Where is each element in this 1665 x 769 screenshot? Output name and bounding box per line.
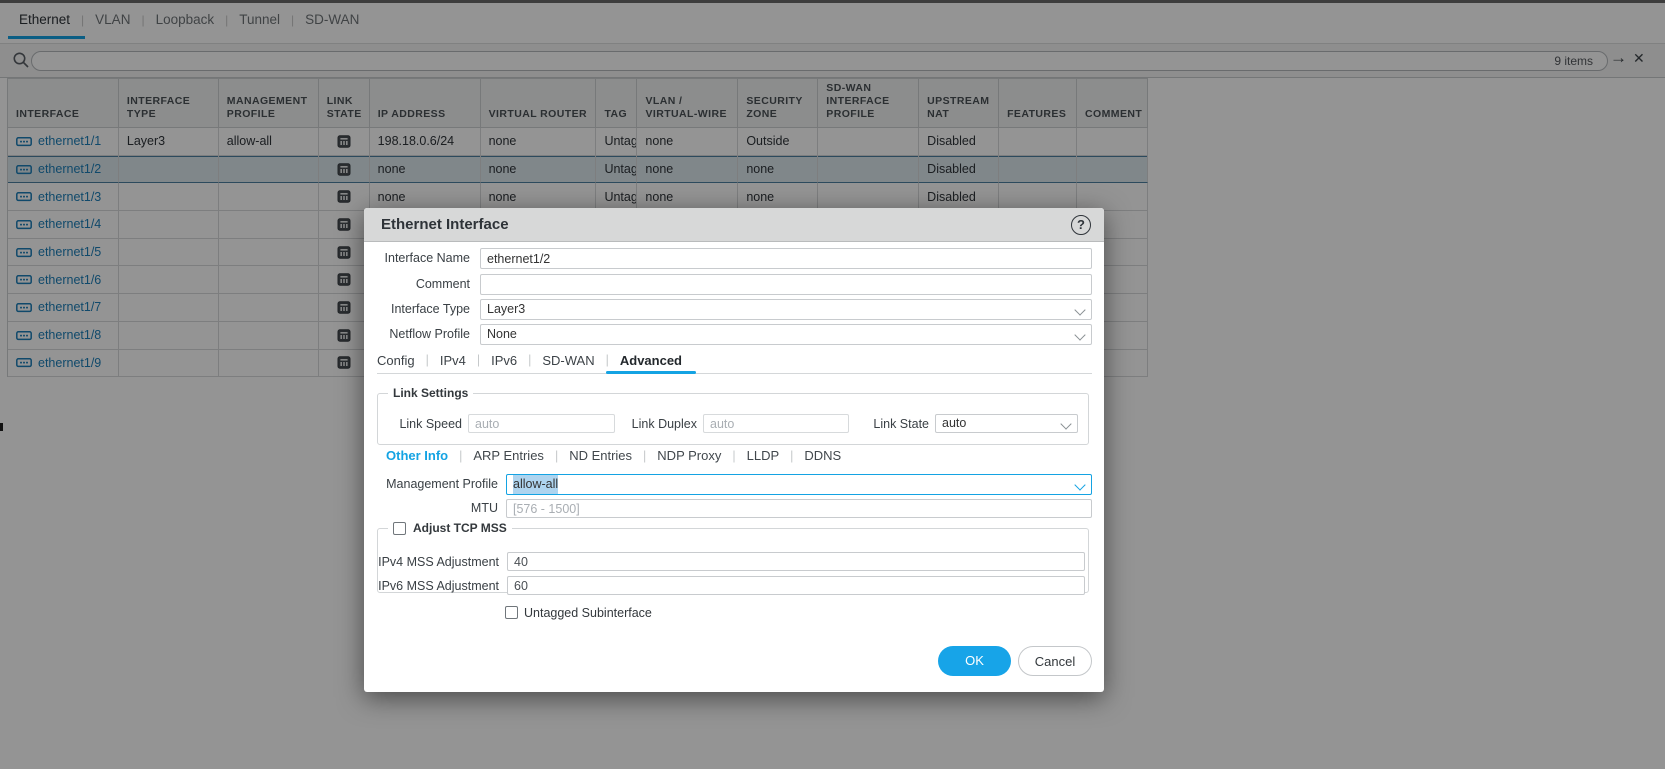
adjust-tcp-mss-legend: Adjust TCP MSS (388, 521, 512, 535)
tab-separator: | (459, 448, 463, 463)
interface-name-row: Interface Name (364, 248, 1104, 269)
dialog-tab-config[interactable]: Config (377, 353, 415, 368)
netflow-profile-label: Netflow Profile (389, 327, 470, 341)
interface-type-select[interactable]: Layer3 (480, 299, 1092, 320)
inner-tab-nd-entries[interactable]: ND Entries (569, 448, 632, 463)
dialog-tab-sd-wan[interactable]: SD-WAN (542, 353, 594, 368)
inner-tab-lldp[interactable]: LLDP (747, 448, 780, 463)
chevron-down-icon (1074, 304, 1086, 316)
dialog-tab-ipv6[interactable]: IPv6 (491, 353, 517, 368)
link-speed-label: Link Speed (399, 417, 462, 431)
mtu-label: MTU (470, 501, 498, 515)
inner-tab-ddns[interactable]: DDNS (804, 448, 841, 463)
comment-input[interactable] (480, 274, 1092, 295)
chevron-down-icon (1060, 418, 1072, 430)
ipv6-mss-label: IPv6 MSS Adjustment (378, 579, 499, 593)
tab-separator: | (528, 353, 532, 367)
adjust-tcp-mss-legend-text: Adjust TCP MSS (413, 521, 507, 535)
ethernet-interface-dialog: Ethernet Interface ? Interface Name Comm… (364, 208, 1104, 692)
ipv4-mss-label: IPv4 MSS Adjustment (378, 555, 499, 569)
advanced-inner-tabs: Other Info | ARP Entries | ND Entries | NDP Pr… (386, 448, 841, 463)
management-profile-select[interactable]: allow-all (506, 474, 1092, 495)
tab-separator: | (643, 448, 647, 463)
link-settings-legend: Link Settings (388, 386, 474, 400)
untagged-subinterface-label: Untagged Subinterface (524, 606, 652, 620)
ipv6-mss-input[interactable] (507, 576, 1085, 595)
link-state-value: auto (942, 416, 967, 430)
inner-tab-arp-entries[interactable]: ARP Entries (473, 448, 544, 463)
tab-separator: | (425, 353, 429, 367)
tab-separator: | (605, 353, 609, 367)
link-settings-fieldset: Link Settings Link Speed Link Duplex Lin… (377, 386, 1089, 445)
management-profile-value: allow-all (513, 475, 559, 494)
interface-type-label: Interface Type (391, 302, 470, 316)
adjust-tcp-mss-checkbox[interactable] (393, 521, 406, 535)
pan-os-screen: Ethernet | VLAN | Loopback | Tunnel | SD-WAN 9 i… (0, 0, 1665, 769)
interface-type-value: Layer3 (487, 302, 526, 316)
link-duplex-input[interactable] (703, 414, 849, 433)
tab-separator: | (554, 448, 559, 463)
chevron-down-icon (1074, 479, 1086, 491)
adjust-tcp-mss-fieldset: Adjust TCP MSS IPv4 MSS Adjustment IPv6 … (377, 521, 1089, 595)
netflow-profile-value: None (487, 327, 517, 341)
dialog-tab-advanced[interactable]: Advanced (605, 353, 697, 374)
mtu-input[interactable] (506, 499, 1092, 518)
comment-row: Comment (364, 274, 1104, 295)
ok-button[interactable]: OK (938, 646, 1011, 676)
mtu-row: MTU (364, 499, 1104, 518)
link-duplex-label: Link Duplex (631, 417, 697, 431)
chevron-down-icon (1074, 329, 1086, 341)
inner-tab-other-info[interactable]: Other Info (386, 448, 448, 463)
dialog-tabs: Config | IPv4 | IPv6 | SD-WAN | Advanced (377, 347, 1092, 374)
tab-separator: | (790, 448, 794, 463)
cancel-button[interactable]: Cancel (1018, 646, 1092, 676)
dialog-tab-ipv4[interactable]: IPv4 (440, 353, 466, 368)
link-speed-input[interactable] (468, 414, 615, 433)
help-icon[interactable]: ? (1071, 215, 1091, 235)
interface-name-label: Interface Name (384, 251, 470, 265)
inner-tab-ndp-proxy[interactable]: NDP Proxy (657, 448, 721, 463)
untagged-subinterface-checkbox[interactable] (505, 606, 518, 619)
management-profile-row: Management Profile allow-all (364, 474, 1104, 495)
interface-type-row: Interface Type Layer3 (364, 299, 1104, 320)
interface-name-input[interactable] (480, 248, 1092, 269)
netflow-profile-select[interactable]: None (480, 324, 1092, 345)
left-edge-mark (0, 423, 3, 431)
management-profile-label: Management Profile (386, 477, 498, 491)
link-state-select[interactable]: auto (935, 414, 1078, 433)
netflow-profile-row: Netflow Profile None (364, 324, 1104, 345)
tab-separator: | (732, 448, 736, 463)
dialog-title: Ethernet Interface (381, 216, 509, 233)
comment-label: Comment (415, 277, 470, 291)
ipv4-mss-input[interactable] (507, 552, 1085, 571)
tab-separator: | (476, 353, 481, 367)
dialog-titlebar: Ethernet Interface (364, 208, 1104, 242)
link-state-label: Link State (873, 417, 929, 431)
